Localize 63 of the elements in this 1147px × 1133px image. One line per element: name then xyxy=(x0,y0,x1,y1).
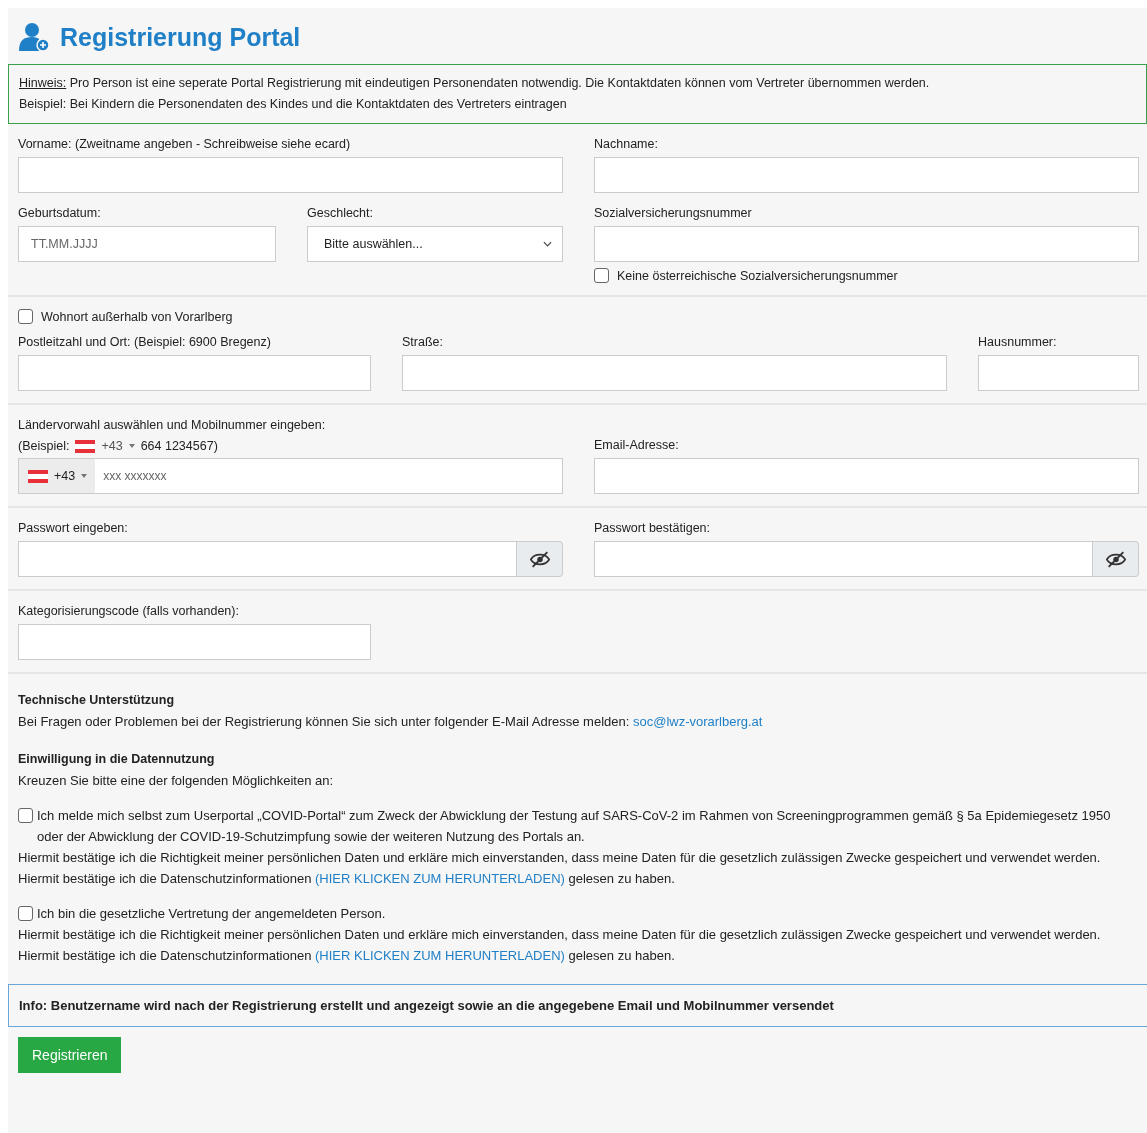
field-label: Ländervorwahl auswählen und Mobilnummer eingeben: xyxy=(18,417,327,433)
section-heading: Einwilligung in die Datennutzung xyxy=(18,751,216,768)
ssn-input[interactable] xyxy=(594,226,1139,262)
confirmation-text: Hiermit bestätige ich die Richtigkeit meiner persönlichen Daten und erkläre mich einverstanden, dass meine Daten für die gesetzlich zulässigen Zwecke gespeichert und verwendet werden. xyxy=(18,849,1102,867)
field-label: Hausnummer: xyxy=(978,334,1058,350)
field-label: Passwort eingeben: xyxy=(18,520,129,536)
info-text: Info: Benutzername wird nach der Registrierung erstellt und angezeigt sowie an die angegebene Email und Mobilnummer versendet xyxy=(19,998,834,1013)
last-name-input[interactable] xyxy=(594,157,1139,193)
consent-option-label: Ich melde mich selbst zum Userportal „COVID-Portal“ zum Zweck der Abwicklung der Testung auf SARS-CoV-2 im Rahmen von Screeningprogrammen gemäß § 5a Epidemiegesetz 1950 oder der Abwicklung der COVID-19-Schutzimpfung sowie der weiteren Nutzung des Portals an. xyxy=(37,807,1112,846)
field-label: Postleitzahl und Ort: (Beispiel: 6900 Bregenz) xyxy=(18,334,272,350)
category-code-input[interactable] xyxy=(18,624,371,660)
notice-text: Hinweis: Pro Person ist eine seperate Portal Registrierung mit eindeutigen Personendaten notwendig. Die Kontaktdaten können vom Vertreter übernommen werden. xyxy=(19,75,931,92)
caret-icon xyxy=(128,444,135,448)
chevron-down-icon xyxy=(543,241,552,247)
field-label: Email-Adresse: xyxy=(594,437,680,453)
confirmation-text: Hiermit bestätige ich die Richtigkeit meiner persönlichen Daten und erkläre mich einverstanden, dass meine Daten für die gesetzlich zulässigen Zwecke gespeichert und verwendet werden. xyxy=(18,926,1102,944)
eye-slash-icon xyxy=(1104,550,1127,568)
email-link[interactable]: soc@lwz-vorarlberg.at xyxy=(632,714,763,729)
download-link[interactable]: (HIER KLICKEN ZUM HERUNTERLADEN) xyxy=(315,871,565,886)
toggle-visibility-button[interactable] xyxy=(517,541,563,577)
download-link[interactable]: (HIER KLICKEN ZUM HERUNTERLADEN) xyxy=(315,948,565,963)
postal-input[interactable] xyxy=(18,355,371,391)
field-label: Kategorisierungscode (falls vorhanden): xyxy=(18,603,240,619)
privacy-text: Hiermit bestätige ich die Datenschutzinformationen (HIER KLICKEN ZUM HERUNTERLADEN) gelesen zu haben. xyxy=(18,947,676,965)
example-number: 664 1234567) xyxy=(140,438,218,454)
caret-icon xyxy=(81,474,88,478)
password-confirm-input[interactable] xyxy=(594,541,1093,577)
birth-date-input[interactable]: TT.MM.JJJJ xyxy=(18,226,276,262)
privacy-text: Hiermit bestätige ich die Datenschutzinformationen (HIER KLICKEN ZUM HERUNTERLADEN) gelesen zu haben. xyxy=(18,870,676,888)
country-code-select[interactable]: +43 xyxy=(19,459,96,493)
checkbox[interactable] xyxy=(18,309,33,324)
example-code: +43 xyxy=(101,438,123,454)
field-label: Straße: xyxy=(402,334,444,350)
notice-example: Beispiel: Bei Kindern die Personendaten des Kindes und die Kontaktdaten des Vertreters eintragen xyxy=(19,96,568,113)
field-label: Passwort bestätigen: xyxy=(594,520,712,536)
password-input[interactable] xyxy=(18,541,517,577)
checkbox[interactable] xyxy=(594,268,609,283)
street-input[interactable] xyxy=(402,355,947,391)
consent-option-label: Ich bin die gesetzliche Vertretung der angemeldeten Person. xyxy=(37,905,386,923)
flag-icon xyxy=(75,439,96,453)
field-label: Geschlecht: xyxy=(307,205,374,221)
phone-field[interactable]: +43 xxx xxxxxxx xyxy=(18,458,563,494)
section-heading: Technische Unterstützung xyxy=(18,692,176,709)
checkbox-label: Wohnort außerhalb von Vorarlberg xyxy=(41,309,233,324)
checkbox-label: Keine österreichische Sozialversicherungsnummer xyxy=(617,268,898,283)
field-label: Sozialversicherungsnummer xyxy=(594,205,753,221)
house-number-input[interactable] xyxy=(978,355,1139,391)
eye-slash-icon xyxy=(528,550,551,568)
field-label: Vorname: (Zweitname angeben - Schreibweise siehe ecard) xyxy=(18,136,352,152)
register-button[interactable]: Registrieren xyxy=(18,1037,122,1073)
page-title: Registrierung Portal xyxy=(60,22,301,52)
user-add-icon xyxy=(18,22,50,52)
field-label: Geburtsdatum: xyxy=(18,205,102,221)
field-label: Nachname: xyxy=(594,136,659,152)
checkbox[interactable] xyxy=(18,906,33,921)
email-input[interactable] xyxy=(594,458,1139,494)
example-label: (Beispiel: xyxy=(18,438,70,454)
first-name-input[interactable] xyxy=(18,157,563,193)
checkbox[interactable] xyxy=(18,808,33,823)
toggle-visibility-button[interactable] xyxy=(1093,541,1139,577)
consent-instruction: Kreuzen Sie bitte eine der folgenden Möglichkeiten an: xyxy=(18,772,335,790)
gender-select[interactable]: Bitte auswählen... xyxy=(307,226,563,262)
support-text: Bei Fragen oder Problemen bei der Registrierung können Sie sich unter folgender E-Mail Adresse melden: soc@lwz-vorarlberg.at xyxy=(18,713,764,731)
